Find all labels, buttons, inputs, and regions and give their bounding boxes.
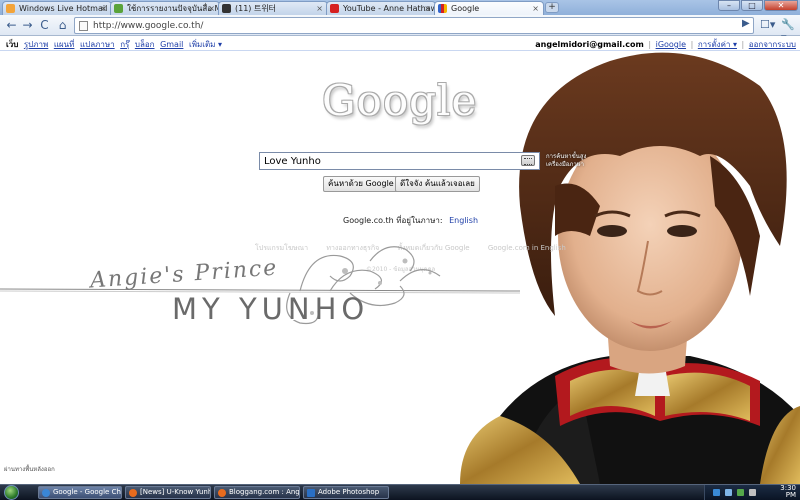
language-line: Google.co.th ที่อยู่ในภาษา: English <box>343 214 478 227</box>
page-footer-link[interactable]: ผ่านทางพื้นหลังออก <box>4 464 55 474</box>
firefox-icon <box>129 489 137 497</box>
photoshop-icon <box>307 489 315 497</box>
google-logo: Google <box>322 76 478 125</box>
separator: | <box>690 40 694 49</box>
nav-divider <box>0 50 800 51</box>
google-search-button[interactable]: ค้นหาด้วย Google <box>323 176 399 192</box>
tab-label: ใช้การรายงานปัจจุบันสื่อ Mu... <box>127 4 219 13</box>
taskbar-chrome[interactable]: Google - Google Chrome <box>38 486 122 499</box>
nav-groups[interactable]: กรุ๊ <box>120 40 129 49</box>
go-icon[interactable]: ▶ <box>742 18 750 29</box>
google-homepage: เว็บ รูปภาพ แผนที่ แปลภาษา กรุ๊ บล็อก Gm… <box>0 36 800 484</box>
twitter-icon <box>222 4 231 13</box>
maximize-button[interactable]: □ <box>741 0 763 11</box>
nav-blogs[interactable]: บล็อก <box>135 40 155 49</box>
taskbar-photoshop[interactable]: Adobe Photoshop <box>303 486 389 499</box>
clock-period: PM <box>785 491 796 499</box>
clover-icon <box>114 4 123 13</box>
antivirus-icon[interactable] <box>737 489 744 496</box>
firefox-icon <box>218 489 226 497</box>
advanced-search-link[interactable]: การค้นหาขั้นสูง เครื่องมือภาษา <box>546 153 594 169</box>
tab-strip: Windows Live Hotmail × ใช้การรายงานปัจจุ… <box>0 0 800 15</box>
task-label: [News] U-Know Yunho... <box>140 488 211 496</box>
tab-clover[interactable]: ใช้การรายงานปัจจุบันสื่อ Mu... × <box>110 1 220 15</box>
task-label: Google - Google Chrome <box>53 488 121 496</box>
close-icon[interactable]: × <box>100 2 107 15</box>
window-controls: – □ ✕ <box>718 0 798 13</box>
taskbar-firefox-bloggang[interactable]: Bloggang.com : Angel... <box>214 486 300 499</box>
address-bar[interactable] <box>74 17 754 34</box>
english-link[interactable]: English <box>449 216 478 225</box>
network-icon[interactable] <box>713 489 720 496</box>
page-icon <box>79 21 88 31</box>
tab-label: Google <box>451 4 480 13</box>
back-button[interactable]: ← <box>4 18 19 33</box>
tab-label: YouTube - Anne Hathaway... <box>343 4 435 13</box>
clock[interactable]: 3:30 PM <box>780 485 796 499</box>
nav-more[interactable]: เพิ่มเติม ▾ <box>189 40 222 49</box>
signout-link[interactable]: ออกจากระบบ <box>749 40 796 49</box>
language-icon[interactable] <box>749 489 756 496</box>
close-window-button[interactable]: ✕ <box>764 0 798 11</box>
forward-button[interactable]: → <box>20 18 35 33</box>
chrome-icon <box>42 489 50 497</box>
tab-google[interactable]: Google × <box>434 1 544 15</box>
google-icon <box>438 4 447 13</box>
close-icon[interactable]: × <box>316 2 323 15</box>
browser-toolbar: ← → C ⌂ ▶ ☐▾ 🔧▾ <box>0 15 800 44</box>
new-tab-button[interactable]: + <box>545 2 559 13</box>
close-icon[interactable]: × <box>424 2 431 15</box>
url-input[interactable] <box>93 19 733 32</box>
reload-button[interactable]: C <box>37 18 52 33</box>
start-button[interactable] <box>4 485 19 500</box>
close-icon[interactable]: × <box>532 2 539 15</box>
taskbar-firefox-news[interactable]: [News] U-Know Yunho... <box>125 486 211 499</box>
settings-link[interactable]: การตั้งค่า ▾ <box>698 40 737 49</box>
youtube-icon <box>330 4 339 13</box>
artwork-title: MY YUNHO <box>172 292 370 326</box>
nav-translate[interactable]: แปลภาษา <box>80 40 115 49</box>
tab-label: (11) 트위터 <box>235 4 277 13</box>
igoogle-link[interactable]: iGoogle <box>656 40 686 49</box>
search-input[interactable] <box>259 152 540 170</box>
hotmail-icon <box>6 4 15 13</box>
tab-label: Windows Live Hotmail <box>19 4 108 13</box>
close-icon[interactable]: × <box>208 2 215 15</box>
user-email: angelmidori@gmail.com <box>535 40 644 49</box>
separator: | <box>648 40 652 49</box>
tab-youtube[interactable]: YouTube - Anne Hathaway... × <box>326 1 436 15</box>
home-button[interactable]: ⌂ <box>55 18 70 33</box>
tab-twitter[interactable]: (11) 트위터 × <box>218 1 328 15</box>
taskbar: Google - Google Chrome [News] U-Know Yun… <box>0 484 800 500</box>
nav-gmail[interactable]: Gmail <box>160 40 183 49</box>
task-label: Bloggang.com : Angel... <box>229 488 300 496</box>
feeling-lucky-button[interactable]: ดีใจจัง ค้นแล้วเจอเลย <box>395 176 480 192</box>
system-tray: 3:30 PM <box>704 485 800 500</box>
minimize-button[interactable]: – <box>718 0 740 11</box>
volume-icon[interactable] <box>725 489 732 496</box>
keyboard-icon[interactable] <box>521 155 535 166</box>
nav-maps[interactable]: แผนที่ <box>54 40 75 49</box>
separator: | <box>741 40 745 49</box>
task-label: Adobe Photoshop <box>318 488 380 496</box>
page-menu-icon[interactable]: ☐▾ <box>760 18 775 31</box>
tab-hotmail[interactable]: Windows Live Hotmail × <box>2 1 112 15</box>
language-prefix: Google.co.th ที่อยู่ในภาษา: <box>343 216 443 225</box>
nav-web[interactable]: เว็บ <box>6 40 18 49</box>
nav-images[interactable]: รูปภาพ <box>24 40 48 49</box>
